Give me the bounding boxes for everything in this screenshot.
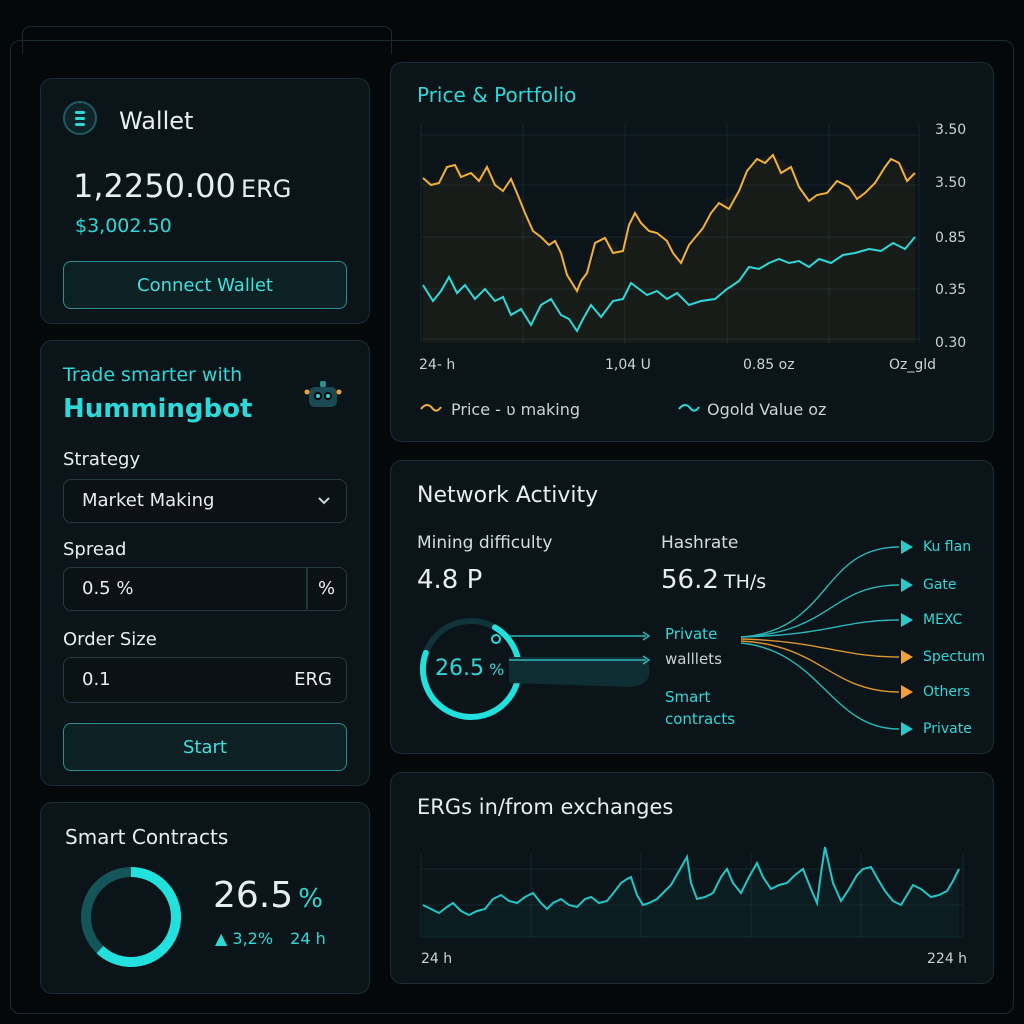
flow-band xyxy=(509,657,650,687)
destination-0[interactable]: Ku flan xyxy=(901,537,971,557)
smart-contracts-title: Smart Contracts xyxy=(65,825,229,849)
wallet-title: Wallet xyxy=(119,107,194,135)
trade-tagline: Trade smarter with xyxy=(63,364,243,386)
contracts-percent-value: 26.5 xyxy=(213,875,294,916)
gauge-value-number: 26.5 xyxy=(435,656,484,681)
contracts-period: 24 h xyxy=(290,929,326,948)
flow-contracts-label: contracts xyxy=(665,710,735,728)
exchange-flow-panel: ERGs in/from exchanges 24 h 224 h xyxy=(390,772,994,984)
start-button[interactable]: Start xyxy=(63,723,347,771)
price-portfolio-panel: Price & Portfolio 3.50 3.50 0.85 0.35 0.… xyxy=(390,62,994,442)
contracts-percent-sign: % xyxy=(298,884,323,914)
spread-value: 0.5 % xyxy=(82,578,134,599)
gauge-value-sign: % xyxy=(489,660,505,679)
y-tick-3: 0.35 xyxy=(935,282,966,298)
play-arrow-icon xyxy=(901,613,913,627)
contracts-ring xyxy=(81,867,181,967)
wallet-usd: $3,002.50 xyxy=(75,215,172,237)
play-arrow-icon xyxy=(901,650,913,664)
play-arrow-icon xyxy=(901,685,913,699)
destination-label: Private xyxy=(923,721,972,737)
spread-unit: % xyxy=(318,578,336,599)
destination-5[interactable]: Private xyxy=(901,719,972,739)
strategy-label: Strategy xyxy=(63,449,141,470)
y-tick-2: 0.85 xyxy=(935,230,966,246)
y-tick-0: 3.50 xyxy=(935,122,966,138)
destination-1[interactable]: Gate xyxy=(901,575,957,595)
contracts-change-value: 3,2% xyxy=(232,929,274,948)
destination-label: Others xyxy=(923,684,971,700)
robot-icon xyxy=(303,377,343,413)
destination-label: Gate xyxy=(923,577,957,593)
flow-wallets-label: walllets xyxy=(665,650,722,668)
legend-gold-label: Ogold Value oz xyxy=(707,400,826,419)
strategy-value: Market Making xyxy=(82,490,215,511)
flow-smart-label: Smart xyxy=(665,688,710,706)
exchange-series-area xyxy=(423,847,959,937)
brand-name: Hummingbot xyxy=(63,394,253,424)
play-arrow-icon xyxy=(901,540,913,554)
wallet-icon xyxy=(63,101,97,135)
exchange-flow-chart: 24 h 224 h xyxy=(420,846,967,967)
wallet-balance: 1,2250.00 ERG xyxy=(73,167,291,205)
chevron-down-icon xyxy=(316,492,332,513)
x-tick-1: 1,04 U xyxy=(605,357,651,373)
spread-input[interactable]: 0.5 % % xyxy=(63,567,347,611)
destination-4[interactable]: Others xyxy=(901,682,970,702)
exchange-x-end: 224 h xyxy=(927,951,967,967)
x-tick-0: 24- h xyxy=(419,357,455,373)
destination-label: Ku flan xyxy=(923,539,972,555)
order-size-value: 0.1 xyxy=(82,669,111,690)
order-size-input[interactable]: 0.1 ERG xyxy=(63,657,347,703)
order-size-label: Order Size xyxy=(63,629,157,650)
wallet-panel: Wallet 1,2250.00 ERG $3,002.50 Connect W… xyxy=(40,78,370,324)
x-tick-3: Oz_gld xyxy=(889,357,936,373)
exchange-x-start: 24 h xyxy=(421,951,452,967)
legend-price-label: Price - ʋ making xyxy=(451,400,580,419)
trend-up-icon: ▲ xyxy=(215,929,228,948)
network-activity-panel: Network Activity Mining difficulty 4.8 P… xyxy=(390,460,994,754)
spread-label: Spread xyxy=(63,539,127,560)
flow-private-label: Private xyxy=(665,625,717,643)
destination-3[interactable]: Spectum xyxy=(901,647,985,667)
gauge-dot xyxy=(491,634,501,644)
spread-divider xyxy=(306,568,308,609)
contracts-percent: 26.5 % xyxy=(213,875,323,916)
price-chart: 3.50 3.50 0.85 0.35 0.30 24- h 1,04 U 0.… xyxy=(419,122,966,419)
balance-unit: ERG xyxy=(240,175,292,203)
smart-contracts-panel: Smart Contracts 26.5 % ▲ 3,2% 24 h xyxy=(40,802,370,994)
strategy-select[interactable]: Market Making xyxy=(63,479,347,523)
destination-label: MEXC xyxy=(923,612,963,628)
legend-price-swatch xyxy=(420,404,442,412)
legend-gold-swatch xyxy=(678,404,700,412)
y-tick-4: 0.30 xyxy=(935,335,966,351)
destination-label: Spectum xyxy=(923,649,986,665)
order-size-unit: ERG xyxy=(294,669,332,690)
gauge-value: 26.5 % xyxy=(435,656,504,681)
x-tick-2: 0.85 oz xyxy=(743,357,795,373)
network-flow-diagram: Private walllets Smart contracts xyxy=(420,546,900,730)
trade-panel: Trade smarter with Hummingbot Strategy M… xyxy=(40,340,370,786)
y-tick-1: 3.50 xyxy=(935,175,966,191)
play-arrow-icon xyxy=(901,722,913,736)
connect-wallet-button[interactable]: Connect Wallet xyxy=(63,261,347,309)
destination-2[interactable]: MEXC xyxy=(901,610,962,630)
contracts-change: ▲ 3,2% 24 h xyxy=(215,929,326,948)
frame-tab xyxy=(22,26,392,54)
flow-curves xyxy=(740,546,900,730)
play-arrow-icon xyxy=(901,578,913,592)
balance-amount: 1,2250.00 xyxy=(73,167,236,205)
